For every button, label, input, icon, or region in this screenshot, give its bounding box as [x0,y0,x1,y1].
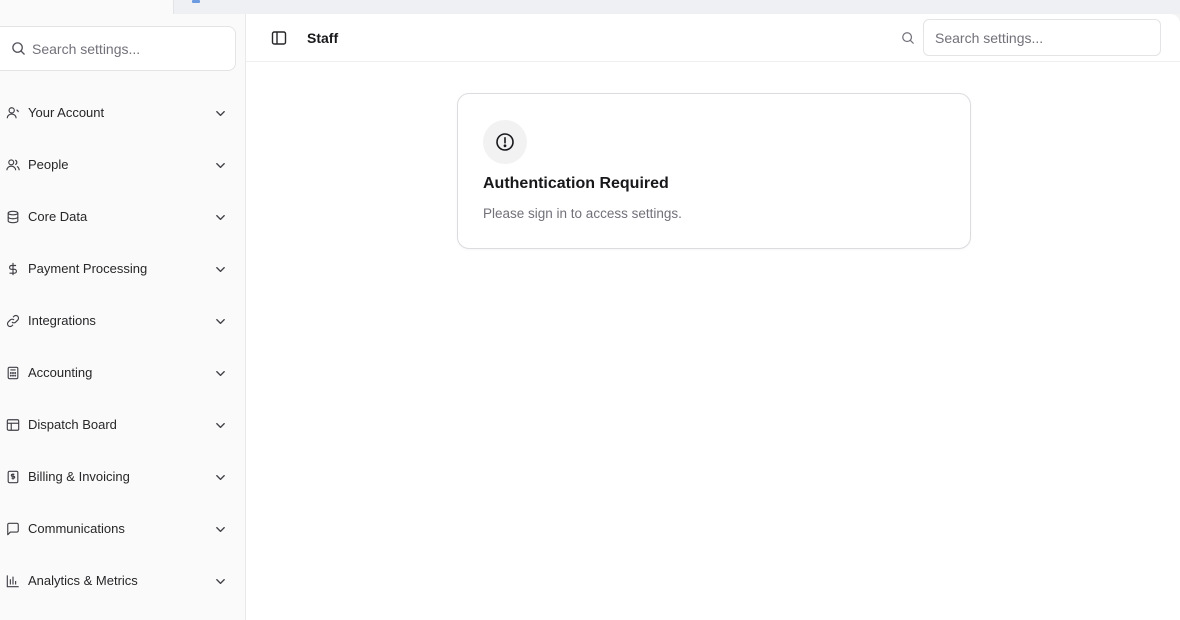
sidebar-item-your-account[interactable]: Your Account [0,87,246,139]
sidebar-toggle-icon[interactable] [271,30,287,46]
sidebar-item-communications[interactable]: Communications [0,503,246,555]
browser-tab-strip [0,0,1180,14]
users-icon [6,159,20,171]
page-title: Staff [307,30,339,46]
page-header: Staff [246,14,1180,62]
sidebar-item-label: Analytics & Metrics [28,573,138,588]
alert-badge [483,120,527,164]
sidebar-item-label: Billing & Invoicing [28,469,130,484]
sidebar-item-label: Communications [28,521,125,536]
sidebar-item-label: Dispatch Board [28,417,117,432]
sidebar-item-payment-processing[interactable]: Payment Processing [0,243,246,295]
bar-chart-icon [6,575,19,588]
sidebar-item-integrations[interactable]: Integrations [0,295,246,347]
chevron-down-icon[interactable] [214,211,227,224]
search-icon [902,32,914,44]
sidebar-item-core-data[interactable]: Core Data [0,191,246,243]
chevron-down-icon[interactable] [214,367,227,380]
sidebar-item-people[interactable]: People [0,139,246,191]
sidebar: Your Account People Core Data Payment Pr… [0,14,246,620]
auth-required-card: Authentication Required Please sign in t… [457,93,971,249]
chevron-down-icon[interactable] [214,315,227,328]
sidebar-item-label: Integrations [28,313,96,328]
chevron-down-icon[interactable] [214,107,227,120]
chevron-down-icon[interactable] [214,419,227,432]
main-content: Staff Authentication Required Please sig… [246,14,1180,620]
chevron-down-icon[interactable] [214,471,227,484]
sidebar-item-label: Payment Processing [28,261,148,276]
link-icon [6,314,20,328]
alert-circle-icon [496,133,514,151]
dollar-icon [9,262,17,276]
sidebar-item-label: Accounting [28,365,93,380]
user-icon [6,107,19,119]
chevron-down-icon[interactable] [214,159,227,172]
sidebar-search [0,26,236,71]
card-title: Authentication Required [483,175,669,192]
settings-nav: Your Account People Core Data Payment Pr… [0,87,246,607]
search-input[interactable] [923,19,1161,56]
calculator-icon [7,366,19,380]
message-icon [7,522,19,536]
card-message: Please sign in to access settings. [483,206,682,221]
sidebar-item-accounting[interactable]: Accounting [0,347,246,399]
receipt-icon [7,470,19,484]
sidebar-item-label: Core Data [28,209,88,224]
sidebar-item-label: Your Account [28,105,105,120]
layout-icon [6,419,20,431]
chevron-down-icon[interactable] [214,575,227,588]
sidebar-item-dispatch-board[interactable]: Dispatch Board [0,399,246,451]
database-icon [7,210,19,224]
sidebar-item-analytics-metrics[interactable]: Analytics & Metrics [0,555,246,607]
tab-active[interactable] [0,0,174,14]
sidebar-item-billing-invoicing[interactable]: Billing & Invoicing [0,451,246,503]
chevron-down-icon[interactable] [214,523,227,536]
sidebar-item-label: People [28,157,69,172]
chevron-down-icon[interactable] [214,263,227,276]
search-icon [12,42,25,55]
sidebar-search-input[interactable] [32,37,224,61]
tab-indicator [192,0,200,3]
